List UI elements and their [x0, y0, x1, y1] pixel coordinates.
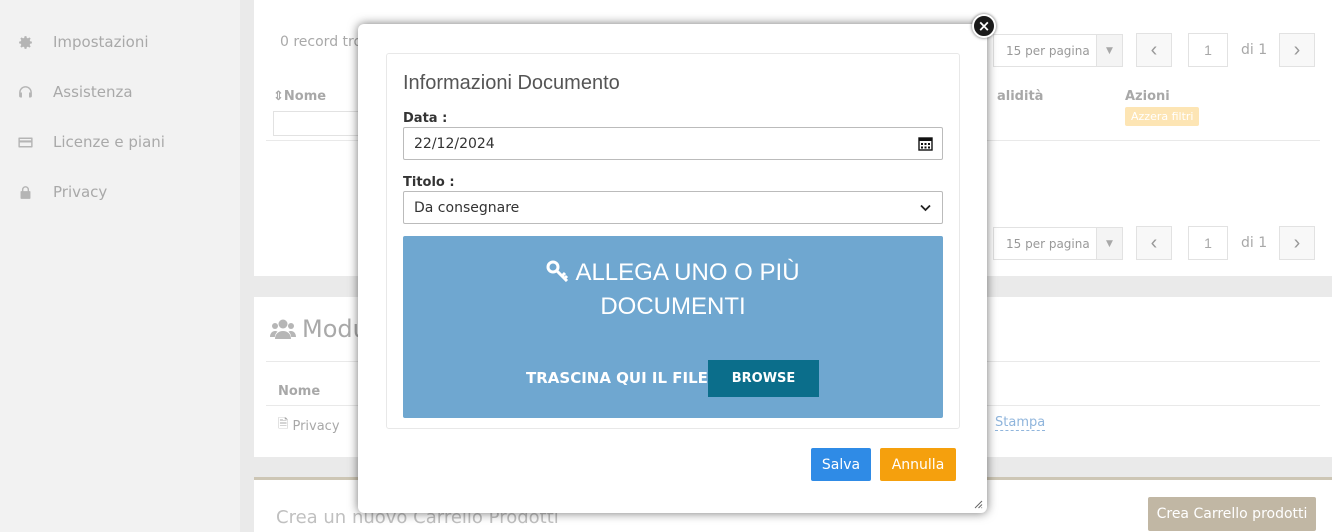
file-dropzone[interactable]: ALLEGA UNO O PIÙ DOCUMENTI TRASCINA QUI …	[403, 236, 943, 418]
modal-form: Informazioni Documento Data : 22/12/2024…	[386, 53, 960, 429]
close-modal-button[interactable]: ×	[972, 14, 996, 38]
titolo-label: Titolo :	[403, 175, 455, 190]
titolo-select[interactable]: Da consegnare	[403, 191, 943, 224]
save-button[interactable]: Salva	[811, 448, 871, 481]
resize-handle-icon[interactable]	[973, 499, 983, 509]
dropzone-title-line1: ALLEGA UNO O PIÙ	[575, 259, 800, 286]
document-modal: Informazioni Documento Data : 22/12/2024…	[358, 24, 987, 513]
dropzone-drag-text: TRASCINA QUI IL FILE -	[526, 369, 720, 387]
dropzone-title: ALLEGA UNO O PIÙ DOCUMENTI	[403, 256, 943, 324]
chevron-down-icon	[917, 199, 934, 216]
dropzone-title-line2: DOCUMENTI	[600, 293, 746, 320]
browse-button[interactable]: BROWSE	[708, 360, 819, 397]
key-icon	[546, 260, 569, 282]
calendar-icon[interactable]	[917, 135, 934, 152]
close-icon: ×	[977, 16, 991, 35]
modal-title: Informazioni Documento	[403, 72, 620, 94]
data-input[interactable]: 22/12/2024	[403, 127, 943, 160]
cancel-button[interactable]: Annulla	[880, 448, 956, 481]
data-value: 22/12/2024	[414, 135, 495, 152]
data-label: Data :	[403, 111, 448, 126]
titolo-value: Da consegnare	[414, 199, 520, 216]
